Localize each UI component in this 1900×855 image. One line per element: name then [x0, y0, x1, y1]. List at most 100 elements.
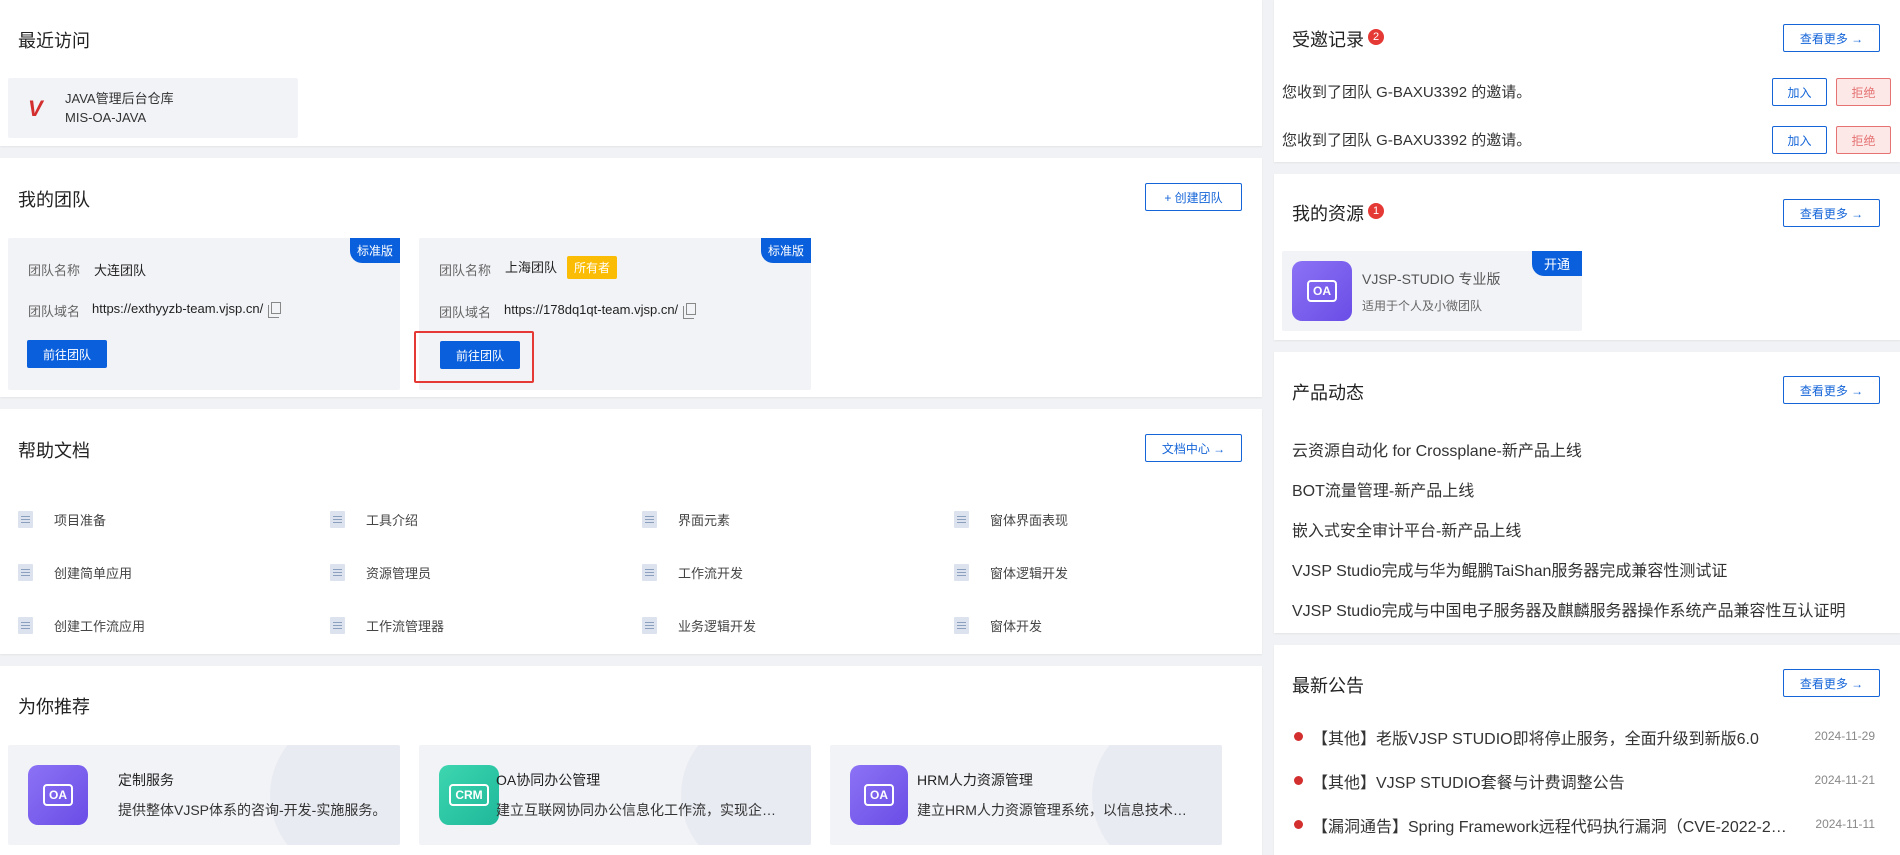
invites-more-button[interactable]: 查看更多 →: [1783, 24, 1880, 52]
doc-link[interactable]: 业务逻辑开发: [642, 616, 756, 635]
recent-item-code: MIS-OA-JAVA: [65, 110, 147, 125]
go-to-team-button[interactable]: 前往团队: [27, 340, 107, 368]
news-link[interactable]: BOT流量管理-新产品上线: [1292, 477, 1474, 501]
announcement-text: 【漏洞通告】Spring Framework远程代码执行漏洞（CVE-2022-…: [1312, 819, 1792, 836]
copy-icon[interactable]: [683, 303, 697, 319]
bullet-icon: [1294, 776, 1303, 785]
repo-logo-icon: V: [28, 96, 43, 121]
doc-link[interactable]: 窗体逻辑开发: [954, 563, 1068, 582]
news-link[interactable]: 云资源自动化 for Crossplane-新产品上线: [1292, 437, 1582, 461]
announcement-date: 2024-11-11: [1815, 817, 1875, 831]
announcement-item[interactable]: 【其他】老版VJSP STUDIO即将停止服务，全面升级到新版6.0 2024-…: [1292, 725, 1875, 749]
news-link[interactable]: VJSP Studio完成与华为鲲鹏TaiShan服务器完成兼容性测试证: [1292, 557, 1727, 581]
owner-badge: 所有者: [567, 256, 618, 279]
recommend-card-desc: 建立互联网协同办公信息化工作流，实现企业高效协同办公: [496, 802, 776, 818]
oa-app-icon: OA: [28, 765, 88, 825]
document-icon: [954, 564, 969, 581]
doc-link[interactable]: 工作流开发: [642, 563, 743, 582]
team-domain: https://178dq1qt-team.vjsp.cn/: [504, 302, 697, 319]
bullet-icon: [1294, 820, 1303, 829]
recent-item-name: JAVA管理后台仓库: [65, 91, 174, 106]
news-link[interactable]: 嵌入式安全审计平台-新产品上线: [1292, 517, 1521, 541]
doc-link[interactable]: 窗体界面表现: [954, 510, 1068, 529]
news-more-button[interactable]: 查看更多 →: [1783, 376, 1880, 404]
resource-desc: 适用于个人及小微团队: [1362, 299, 1483, 313]
document-icon: [642, 564, 657, 581]
document-icon: [954, 511, 969, 528]
recommend-card-desc: 建立HRM人力资源管理系统，以信息技术实现人力资源管理: [917, 802, 1187, 818]
team-edition-badge: 标准版: [349, 238, 400, 263]
recommend-card-title: OA协同办公管理: [496, 772, 601, 788]
doc-link[interactable]: 创建工作流应用: [18, 616, 145, 635]
doc-center-button[interactable]: 文档中心 →: [1145, 434, 1242, 462]
recent-title: 最近访问: [18, 31, 90, 51]
document-icon: [642, 617, 657, 634]
doc-link[interactable]: 创建简单应用: [18, 563, 132, 582]
doc-link[interactable]: 界面元素: [642, 510, 730, 529]
team-name-text: 上海团队: [505, 260, 558, 275]
news-panel: 产品动态 查看更多 → 云资源自动化 for Crossplane-新产品上线 …: [1274, 352, 1900, 633]
doc-label: 界面元素: [678, 513, 731, 528]
announcements-panel: 最新公告 查看更多 → 【其他】老版VJSP STUDIO即将停止服务，全面升级…: [1274, 645, 1900, 855]
doc-label: 创建工作流应用: [54, 619, 146, 634]
doc-link[interactable]: 窗体开发: [954, 616, 1042, 635]
doc-label: 工作流管理器: [366, 619, 445, 634]
resources-count-badge: 1: [1368, 203, 1384, 219]
join-button[interactable]: 加入: [1772, 78, 1827, 106]
invite-message: 您收到了团队 G-BAXU3392 的邀请。: [1282, 132, 1532, 149]
team-domain-label: 团队域名: [28, 304, 81, 319]
team-name-label: 团队名称: [439, 263, 492, 278]
resource-card[interactable]: OA VJSP-STUDIO 专业版 适用于个人及小微团队 开通: [1282, 251, 1582, 331]
copy-icon[interactable]: [268, 302, 282, 318]
announcement-text: 【其他】老版VJSP STUDIO即将停止服务，全面升级到新版6.0: [1312, 731, 1759, 748]
document-icon: [642, 511, 657, 528]
recommend-card[interactable]: OA HRM人力资源管理 建立HRM人力资源管理系统，以信息技术实现人力资源管理: [830, 745, 1222, 845]
team-name-label: 团队名称: [28, 263, 81, 278]
document-icon: [18, 511, 33, 528]
document-icon: [18, 617, 33, 634]
document-icon: [330, 564, 345, 581]
news-link[interactable]: VJSP Studio完成与中国电子服务器及麒麟服务器操作系统产品兼容性互认证明: [1292, 597, 1846, 621]
invite-message: 您收到了团队 G-BAXU3392 的邀请。: [1282, 84, 1532, 101]
help-panel: 帮助文档 文档中心 → 项目准备 工具介绍 界面元素 窗体界面表现 创建简单应用…: [0, 409, 1262, 654]
create-team-button[interactable]: + 创建团队: [1145, 183, 1242, 211]
resources-title-text: 我的资源: [1292, 204, 1364, 224]
recommend-card[interactable]: CRM OA协同办公管理 建立互联网协同办公信息化工作流，实现企业高效协同办公: [419, 745, 811, 845]
crm-app-icon: CRM: [439, 765, 499, 825]
teams-title: 我的团队: [18, 190, 90, 210]
doc-link[interactable]: 项目准备: [18, 510, 106, 529]
team-domain-url[interactable]: https://exthyyzb-team.vjsp.cn/: [92, 301, 263, 316]
doc-label: 工具介绍: [366, 513, 419, 528]
announcement-item[interactable]: 【其他】VJSP STUDIO套餐与计费调整公告 2024-11-21: [1292, 769, 1875, 793]
oa-app-icon: OA: [1292, 261, 1352, 321]
resources-title: 我的资源 1: [1292, 200, 1384, 226]
resource-status-badge: 开通: [1531, 251, 1582, 276]
bullet-icon: [1294, 732, 1303, 741]
recommend-card-title: HRM人力资源管理: [917, 772, 1033, 788]
help-title: 帮助文档: [18, 441, 90, 461]
invites-count-badge: 2: [1368, 29, 1384, 45]
reject-button[interactable]: 拒绝: [1836, 78, 1891, 106]
doc-link[interactable]: 工具介绍: [330, 510, 418, 529]
invites-title: 受邀记录 2: [1292, 26, 1384, 52]
doc-link[interactable]: 工作流管理器: [330, 616, 444, 635]
doc-label: 业务逻辑开发: [678, 619, 757, 634]
announcements-more-button[interactable]: 查看更多 →: [1783, 669, 1880, 697]
team-card: 标准版 团队名称 大连团队 团队域名 https://exthyyzb-team…: [8, 238, 400, 390]
document-icon: [330, 511, 345, 528]
recommend-card-title: 定制服务: [118, 772, 174, 788]
announcement-text: 【其他】VJSP STUDIO套餐与计费调整公告: [1312, 775, 1625, 792]
highlight-box: [414, 331, 534, 383]
recommend-card[interactable]: OA 定制服务 提供整体VJSP体系的咨询-开发-实施服务。: [8, 745, 400, 845]
resources-more-button[interactable]: 查看更多 →: [1783, 199, 1880, 227]
team-domain-url[interactable]: https://178dq1qt-team.vjsp.cn/: [504, 302, 678, 317]
team-domain-label: 团队域名: [439, 305, 492, 320]
announcement-item[interactable]: 【漏洞通告】Spring Framework远程代码执行漏洞（CVE-2022-…: [1292, 813, 1875, 837]
doc-label: 资源管理员: [366, 566, 432, 581]
reject-button[interactable]: 拒绝: [1836, 126, 1891, 154]
doc-link[interactable]: 资源管理员: [330, 563, 431, 582]
join-button[interactable]: 加入: [1772, 126, 1827, 154]
recent-item[interactable]: V JAVA管理后台仓库 MIS-OA-JAVA: [8, 78, 298, 138]
resource-name: VJSP-STUDIO 专业版: [1362, 271, 1501, 287]
document-icon: [954, 617, 969, 634]
